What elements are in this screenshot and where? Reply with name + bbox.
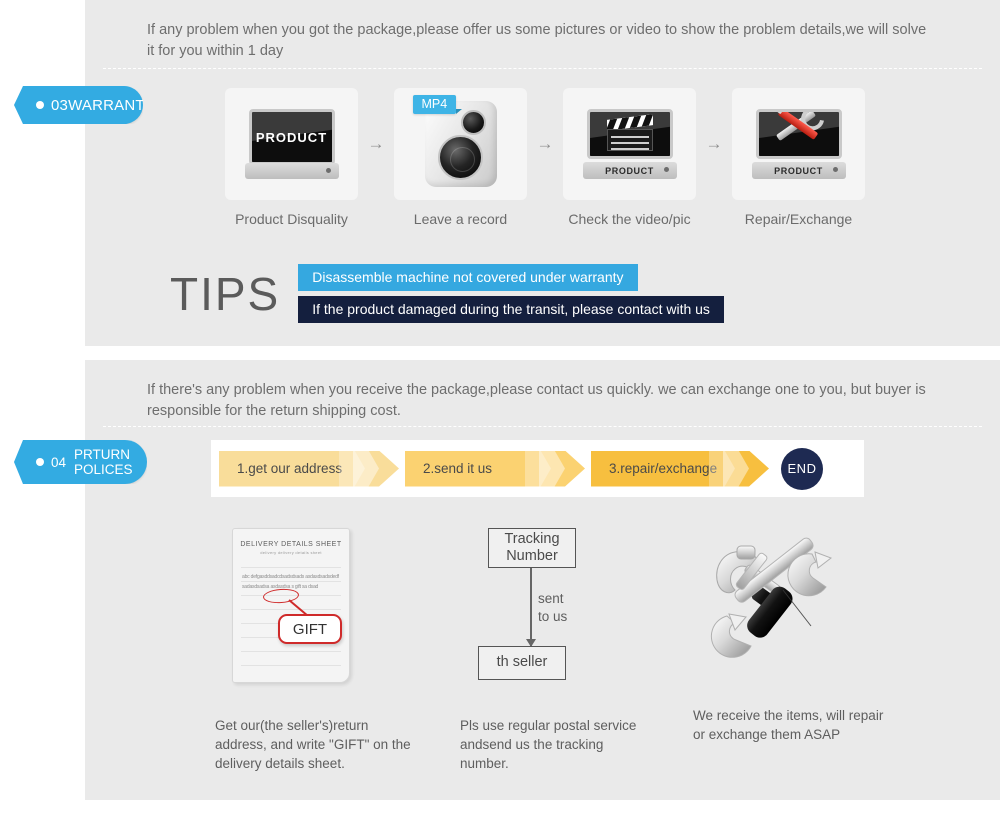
- mp4-badge: MP4: [412, 95, 462, 114]
- monitor-base-text: PRODUCT: [605, 165, 654, 176]
- step-label: Product Disquality: [235, 211, 348, 227]
- tab-label-line2: POLICES: [74, 462, 133, 477]
- bullet-dot-icon: [36, 458, 44, 466]
- monitor-tools-icon: PRODUCT: [751, 109, 846, 179]
- step-card: MP4: [394, 88, 527, 200]
- return-steps-ribbon: 1.get our address 2.send it us 3.repair/…: [211, 440, 864, 497]
- clapper-board-icon: [606, 114, 653, 151]
- tips-bars: Disassemble machine not covered under wa…: [298, 264, 724, 323]
- ribbon-step-3[interactable]: 3.repair/exchange: [591, 451, 769, 487]
- column-tracking-flow: Tracking Number sent to us th seller Pls …: [460, 528, 660, 771]
- monitor-led-icon: [663, 167, 669, 172]
- column-caption: Get our(the seller's)return address, and…: [215, 718, 411, 772]
- warranty-divider: [103, 68, 982, 69]
- step-label: Repair/Exchange: [744, 211, 853, 227]
- step-check-the-video: PRODUCT Check the video/pic: [563, 88, 696, 227]
- ribbon-step-1[interactable]: 1.get our address: [219, 451, 399, 487]
- ribbon-step-2[interactable]: 2.send it us: [405, 451, 585, 487]
- bullet-dot-icon: [36, 101, 44, 109]
- flow-edge-label: sent to us: [538, 591, 568, 624]
- hammer-wrench-screwdriver-icon: [695, 534, 855, 669]
- flow-arrow-icon: →: [536, 134, 554, 153]
- step-label: Leave a record: [413, 211, 508, 227]
- step-card: PRODUCT: [225, 88, 358, 200]
- mp4-recorder-icon: MP4: [412, 95, 497, 187]
- returns-divider: [103, 426, 982, 427]
- step-card: PRODUCT: [732, 88, 865, 200]
- flow-arrow-icon: →: [705, 134, 723, 153]
- section-tab-warranty[interactable]: 03 WARRANTY: [14, 86, 143, 124]
- monitor-led-icon: [832, 167, 838, 172]
- sheet-title: DELIVERY DETAILS SHEET: [240, 541, 342, 548]
- small-lens-icon: [460, 110, 486, 135]
- step-card: PRODUCT: [563, 88, 696, 200]
- flow-box-seller: th seller: [478, 646, 566, 680]
- tip-line-2: If the product damaged during the transi…: [298, 296, 724, 323]
- monitor-led-icon: [325, 168, 331, 173]
- ribbon-step-label: 2.send it us: [423, 461, 493, 476]
- gift-callout-bubble: GIFT: [278, 614, 342, 644]
- flow-arrow-icon: →: [367, 134, 385, 153]
- tab-label: PRTURN POLICES: [74, 447, 133, 477]
- warranty-returns-infographic: 03 WARRANTY If any problem when you got …: [0, 0, 1000, 813]
- warranty-step-flow: PRODUCT Product Disquality → MP4 Leave a…: [225, 88, 865, 233]
- step-product-disquality: PRODUCT Product Disquality: [225, 88, 358, 227]
- tab-label: WARRANTY: [68, 96, 155, 114]
- column-delivery-sheet: DELIVERY DETAILS SHEET delivery delivery…: [195, 528, 411, 771]
- column-caption: Pls use regular postal service andsend u…: [460, 718, 637, 772]
- returns-intro-text: If there's any problem when you receive …: [147, 382, 926, 420]
- tips-block: TIPS Disassemble machine not covered und…: [170, 264, 724, 323]
- step-label: Check the video/pic: [568, 211, 691, 227]
- monitor-clapper-icon: PRODUCT: [582, 109, 677, 179]
- flow-box-tracking-number: Tracking Number: [488, 528, 576, 568]
- flow-arrow-down-icon: [526, 568, 536, 647]
- column-repair-tools: We receive the items, will repair or exc…: [685, 528, 895, 742]
- monitor-base-text: PRODUCT: [774, 165, 823, 176]
- sheet-subtitle: delivery delivery details sheet: [260, 550, 322, 555]
- ribbon-step-label: 3.repair/exchange: [609, 461, 718, 476]
- screwdriver-wrench-icon: [770, 112, 828, 154]
- tab-label-line1: PRTURN: [74, 446, 131, 462]
- warranty-intro-text: If any problem when you got the package,…: [147, 22, 927, 60]
- tips-heading: TIPS: [170, 267, 281, 320]
- section-tab-returns[interactable]: 04 PRTURN POLICES: [14, 440, 147, 484]
- step-leave-a-record: MP4 Leave a record: [394, 88, 527, 227]
- step-repair-exchange: PRODUCT Repair/Exchange: [732, 88, 865, 227]
- tab-number: 03: [51, 96, 69, 114]
- column-caption: We receive the items, will repair or exc…: [693, 708, 884, 743]
- monitor-product-icon: PRODUCT: [244, 109, 339, 179]
- ribbon-end-badge: END: [781, 447, 823, 490]
- ribbon-step-label: 1.get our address: [237, 461, 343, 476]
- large-lens-icon: [437, 135, 483, 180]
- return-detail-columns: DELIVERY DETAILS SHEET delivery delivery…: [195, 528, 895, 778]
- monitor-screen-text: PRODUCT: [255, 129, 328, 145]
- tab-number: 04: [51, 454, 67, 470]
- tip-line-1: Disassemble machine not covered under wa…: [298, 264, 638, 291]
